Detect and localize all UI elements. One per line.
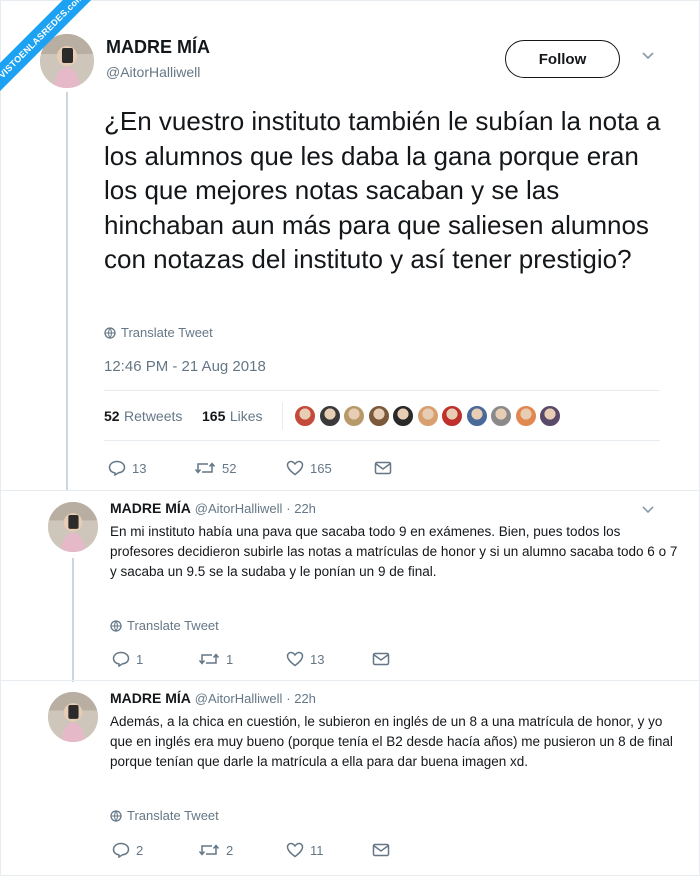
divider bbox=[0, 680, 700, 681]
author-name[interactable]: MADRE MÍA bbox=[106, 37, 210, 58]
retweet-count: 52 bbox=[222, 460, 237, 476]
globe-icon bbox=[110, 809, 122, 822]
liker-avatar[interactable] bbox=[343, 405, 365, 427]
reply-count: 2 bbox=[136, 842, 144, 858]
reply-action[interactable]: 2 bbox=[112, 842, 143, 858]
reply-author-name[interactable]: MADRE MÍA bbox=[110, 500, 191, 516]
liker-avatar[interactable] bbox=[416, 405, 439, 427]
liker-avatar[interactable] bbox=[539, 405, 561, 427]
envelope-icon bbox=[374, 461, 392, 475]
message-action[interactable] bbox=[372, 651, 390, 667]
reply-text: En mi instituto había una pava que sacab… bbox=[110, 524, 678, 579]
liker-avatar[interactable] bbox=[392, 405, 414, 427]
retweets-count: 52 bbox=[104, 408, 120, 424]
translate-link[interactable]: Translate Tweet bbox=[110, 618, 219, 633]
avatar[interactable] bbox=[48, 502, 98, 552]
like-action[interactable]: 11 bbox=[286, 842, 324, 858]
globe-icon bbox=[104, 326, 116, 339]
reply-author-name[interactable]: MADRE MÍA bbox=[110, 690, 191, 706]
reply-author-handle[interactable]: @AitorHalliwell bbox=[195, 691, 283, 706]
reply-action[interactable]: 13 bbox=[108, 460, 146, 476]
globe-icon bbox=[110, 619, 122, 632]
chevron-down-icon[interactable] bbox=[641, 502, 655, 521]
reply-time[interactable]: · 22h bbox=[286, 501, 316, 516]
translate-label: Translate Tweet bbox=[121, 325, 213, 340]
reply-icon bbox=[112, 651, 130, 667]
retweet-count: 2 bbox=[226, 842, 234, 858]
heart-icon bbox=[286, 842, 304, 858]
reply-icon bbox=[112, 842, 130, 858]
likes-count: 165 bbox=[202, 408, 226, 424]
retweet-icon bbox=[198, 653, 220, 665]
like-count: 13 bbox=[310, 651, 325, 667]
reply-header: MADRE MÍA @AitorHalliwell · 22h bbox=[110, 690, 316, 706]
translate-label: Translate Tweet bbox=[127, 808, 219, 823]
liker-avatar[interactable] bbox=[465, 405, 488, 427]
watermark-ribbon: VISTOENLASREDES.com bbox=[0, 0, 120, 120]
heart-icon bbox=[286, 651, 304, 667]
retweets-stat[interactable]: 52 Retweets bbox=[104, 408, 182, 426]
liker-avatar[interactable] bbox=[294, 405, 316, 427]
divider bbox=[0, 490, 700, 491]
translate-link[interactable]: Translate Tweet bbox=[110, 808, 219, 823]
thread-line bbox=[72, 558, 74, 682]
watermark-text: VISTOENLASREDES.com bbox=[0, 0, 109, 104]
avatar[interactable] bbox=[48, 692, 98, 742]
divider bbox=[104, 390, 660, 391]
retweet-count: 1 bbox=[226, 651, 234, 667]
translate-label: Translate Tweet bbox=[127, 618, 219, 633]
reply-time[interactable]: · 22h bbox=[286, 691, 316, 706]
retweet-action[interactable]: 2 bbox=[198, 842, 233, 858]
reply-count: 13 bbox=[132, 460, 147, 476]
liker-avatar[interactable] bbox=[318, 405, 341, 427]
tweet-text: ¿En vuestro instituto también le subían … bbox=[104, 106, 661, 274]
reply-author-handle[interactable]: @AitorHalliwell bbox=[195, 501, 283, 516]
timestamp[interactable]: 12:46 PM - 21 Aug 2018 bbox=[104, 358, 266, 375]
likes-stat[interactable]: 165 Likes bbox=[202, 408, 263, 426]
retweet-action[interactable]: 52 bbox=[194, 460, 236, 476]
liker-avatar[interactable] bbox=[514, 405, 537, 427]
retweet-action[interactable]: 1 bbox=[198, 651, 233, 667]
chevron-down-icon[interactable] bbox=[641, 48, 655, 67]
message-action[interactable] bbox=[374, 460, 392, 476]
like-action[interactable]: 13 bbox=[286, 651, 324, 667]
reply-text: Además, a la chica en cuestión, le subie… bbox=[110, 714, 673, 769]
liker-avatar[interactable] bbox=[490, 405, 512, 427]
heart-icon bbox=[286, 460, 304, 476]
reply-icon bbox=[108, 460, 126, 476]
message-action[interactable] bbox=[372, 842, 390, 858]
reply-header: MADRE MÍA @AitorHalliwell · 22h bbox=[110, 500, 316, 516]
reply-count: 1 bbox=[136, 651, 144, 667]
thread-line bbox=[66, 92, 68, 490]
author-handle[interactable]: @AitorHalliwell bbox=[106, 64, 200, 80]
retweet-icon bbox=[194, 462, 216, 474]
liker-avatar[interactable] bbox=[441, 405, 463, 427]
like-action[interactable]: 165 bbox=[286, 460, 332, 476]
retweet-icon bbox=[198, 844, 220, 856]
reply-action[interactable]: 1 bbox=[112, 651, 143, 667]
like-count: 165 bbox=[310, 460, 332, 476]
divider bbox=[104, 440, 660, 441]
follow-button[interactable]: Follow bbox=[505, 40, 620, 78]
translate-link[interactable]: Translate Tweet bbox=[104, 325, 213, 340]
like-count: 11 bbox=[310, 842, 324, 858]
liker-avatar[interactable] bbox=[367, 405, 390, 427]
retweets-label: Retweets bbox=[124, 408, 183, 424]
likes-label: Likes bbox=[229, 408, 263, 424]
stats-separator bbox=[282, 402, 283, 430]
envelope-icon bbox=[372, 652, 390, 666]
envelope-icon bbox=[372, 843, 390, 857]
